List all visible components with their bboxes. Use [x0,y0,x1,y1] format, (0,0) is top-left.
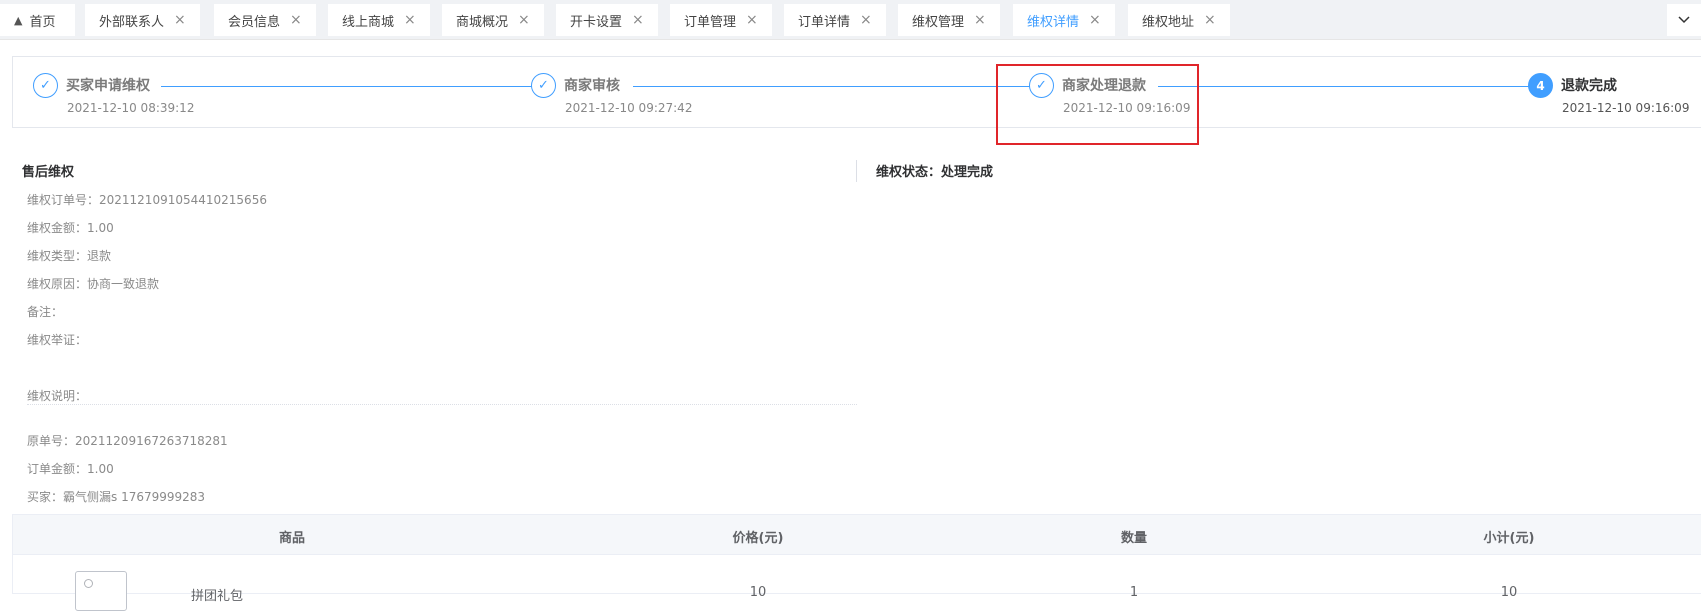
tab-label: 会员信息 [228,14,281,30]
check-icon: ✓ [531,73,556,98]
tab-order-detail[interactable]: 订单详情 × [784,4,886,36]
rights-amount: 维权金额：1.00 [27,221,114,235]
step-connector [633,86,1033,87]
step-title: 买家申请维权 [66,78,150,94]
column-header-quantity: 数量 [1120,531,1148,546]
rights-reason: 维权原因：协商一致退款 [27,277,160,291]
tab-external-contacts[interactable]: 外部联系人 × [85,4,200,36]
divider [856,160,857,182]
tab-order-management[interactable]: 订单管理 × [670,4,772,36]
tab-label: 首页 [29,14,56,30]
step-time: 2021-12-10 09:16:09 [1562,101,1690,115]
product-quantity: 1 [1129,585,1139,600]
tab-home[interactable]: ▲ 首页 [0,4,75,36]
remark: 备注： [27,305,64,319]
progress-steps: ✓ 买家申请维权 2021-12-10 08:39:12 ✓ 商家审核 2021… [12,56,1701,128]
column-header-price: 价格(元) [732,531,784,546]
rights-evidence: 维权举证： [27,333,88,347]
rights-type: 维权类型：退款 [27,249,112,263]
tab-label: 线上商城 [342,14,395,30]
tab-rights-management[interactable]: 维权管理 × [898,4,1000,36]
tab-online-mall[interactable]: 线上商城 × [328,4,430,36]
close-icon[interactable]: × [746,12,758,28]
rights-status: 维权状态：处理完成 [876,165,994,180]
product-image-placeholder-icon [75,571,127,611]
tab-card-settings[interactable]: 开卡设置 × [556,4,658,36]
tab-more-button[interactable] [1667,4,1701,36]
tab-label: 商城概况 [456,14,509,30]
tab-label: 维权详情 [1027,14,1080,30]
close-icon[interactable]: × [1089,12,1101,28]
close-icon[interactable]: × [174,12,186,28]
table-header: 商品 价格(元) 数量 小计(元) [13,515,1701,555]
tab-mall-overview[interactable]: 商城概况 × [442,4,544,36]
rights-order-number: 维权订单号：2021121091054410215656 [27,193,267,207]
step-time: 2021-12-10 08:39:12 [67,101,195,115]
step-connector [161,86,533,87]
step-title: 退款完成 [1561,78,1617,94]
close-icon[interactable]: × [1204,12,1216,28]
step-title: 商家审核 [564,78,620,94]
close-icon[interactable]: × [290,12,302,28]
product-name: 拼团礼包 [190,589,244,604]
product-price: 10 [749,585,767,600]
product-table: 商品 价格(元) 数量 小计(元) 拼团礼包 10 1 10 [12,514,1701,611]
close-icon[interactable]: × [404,12,416,28]
close-icon[interactable]: × [860,12,872,28]
order-amount: 订单金额：1.00 [27,462,114,476]
highlight-annotation-box [996,64,1199,145]
original-order-number: 原单号：20211209167263718281 [27,434,228,448]
step-time: 2021-12-10 09:27:42 [565,101,693,115]
tab-label: 订单详情 [798,14,851,30]
home-icon: ▲ [14,13,23,27]
product-subtotal: 10 [1500,585,1518,600]
buyer-info: 买家：霸气侧漏s 17679999283 [27,490,206,504]
step-connector [1158,86,1531,87]
chevron-down-icon [1678,16,1690,24]
tab-label: 开卡设置 [570,14,623,30]
close-icon[interactable]: × [632,12,644,28]
column-header-subtotal: 小计(元) [1483,531,1535,546]
tab-rights-detail[interactable]: 维权详情 × [1013,4,1115,36]
tab-label: 外部联系人 [99,14,165,30]
column-header-product: 商品 [278,531,306,546]
section-title-after-sale: 售后维权 [22,165,75,180]
close-icon[interactable]: × [518,12,530,28]
tab-member-info[interactable]: 会员信息 × [214,4,316,36]
tab-label: 维权地址 [1142,14,1195,30]
check-icon: ✓ [33,73,58,98]
tab-rights-address[interactable]: 维权地址 × [1128,4,1230,36]
tab-bar: ▲ 首页 外部联系人 × 会员信息 × 线上商城 × 商城概况 × 开卡设置 ×… [0,0,1701,40]
rights-description: 维权说明： [27,389,88,403]
divider [27,404,857,405]
tab-label: 订单管理 [684,14,737,30]
tab-label: 维权管理 [912,14,965,30]
step-number-badge: 4 [1528,73,1553,98]
close-icon[interactable]: × [974,12,986,28]
